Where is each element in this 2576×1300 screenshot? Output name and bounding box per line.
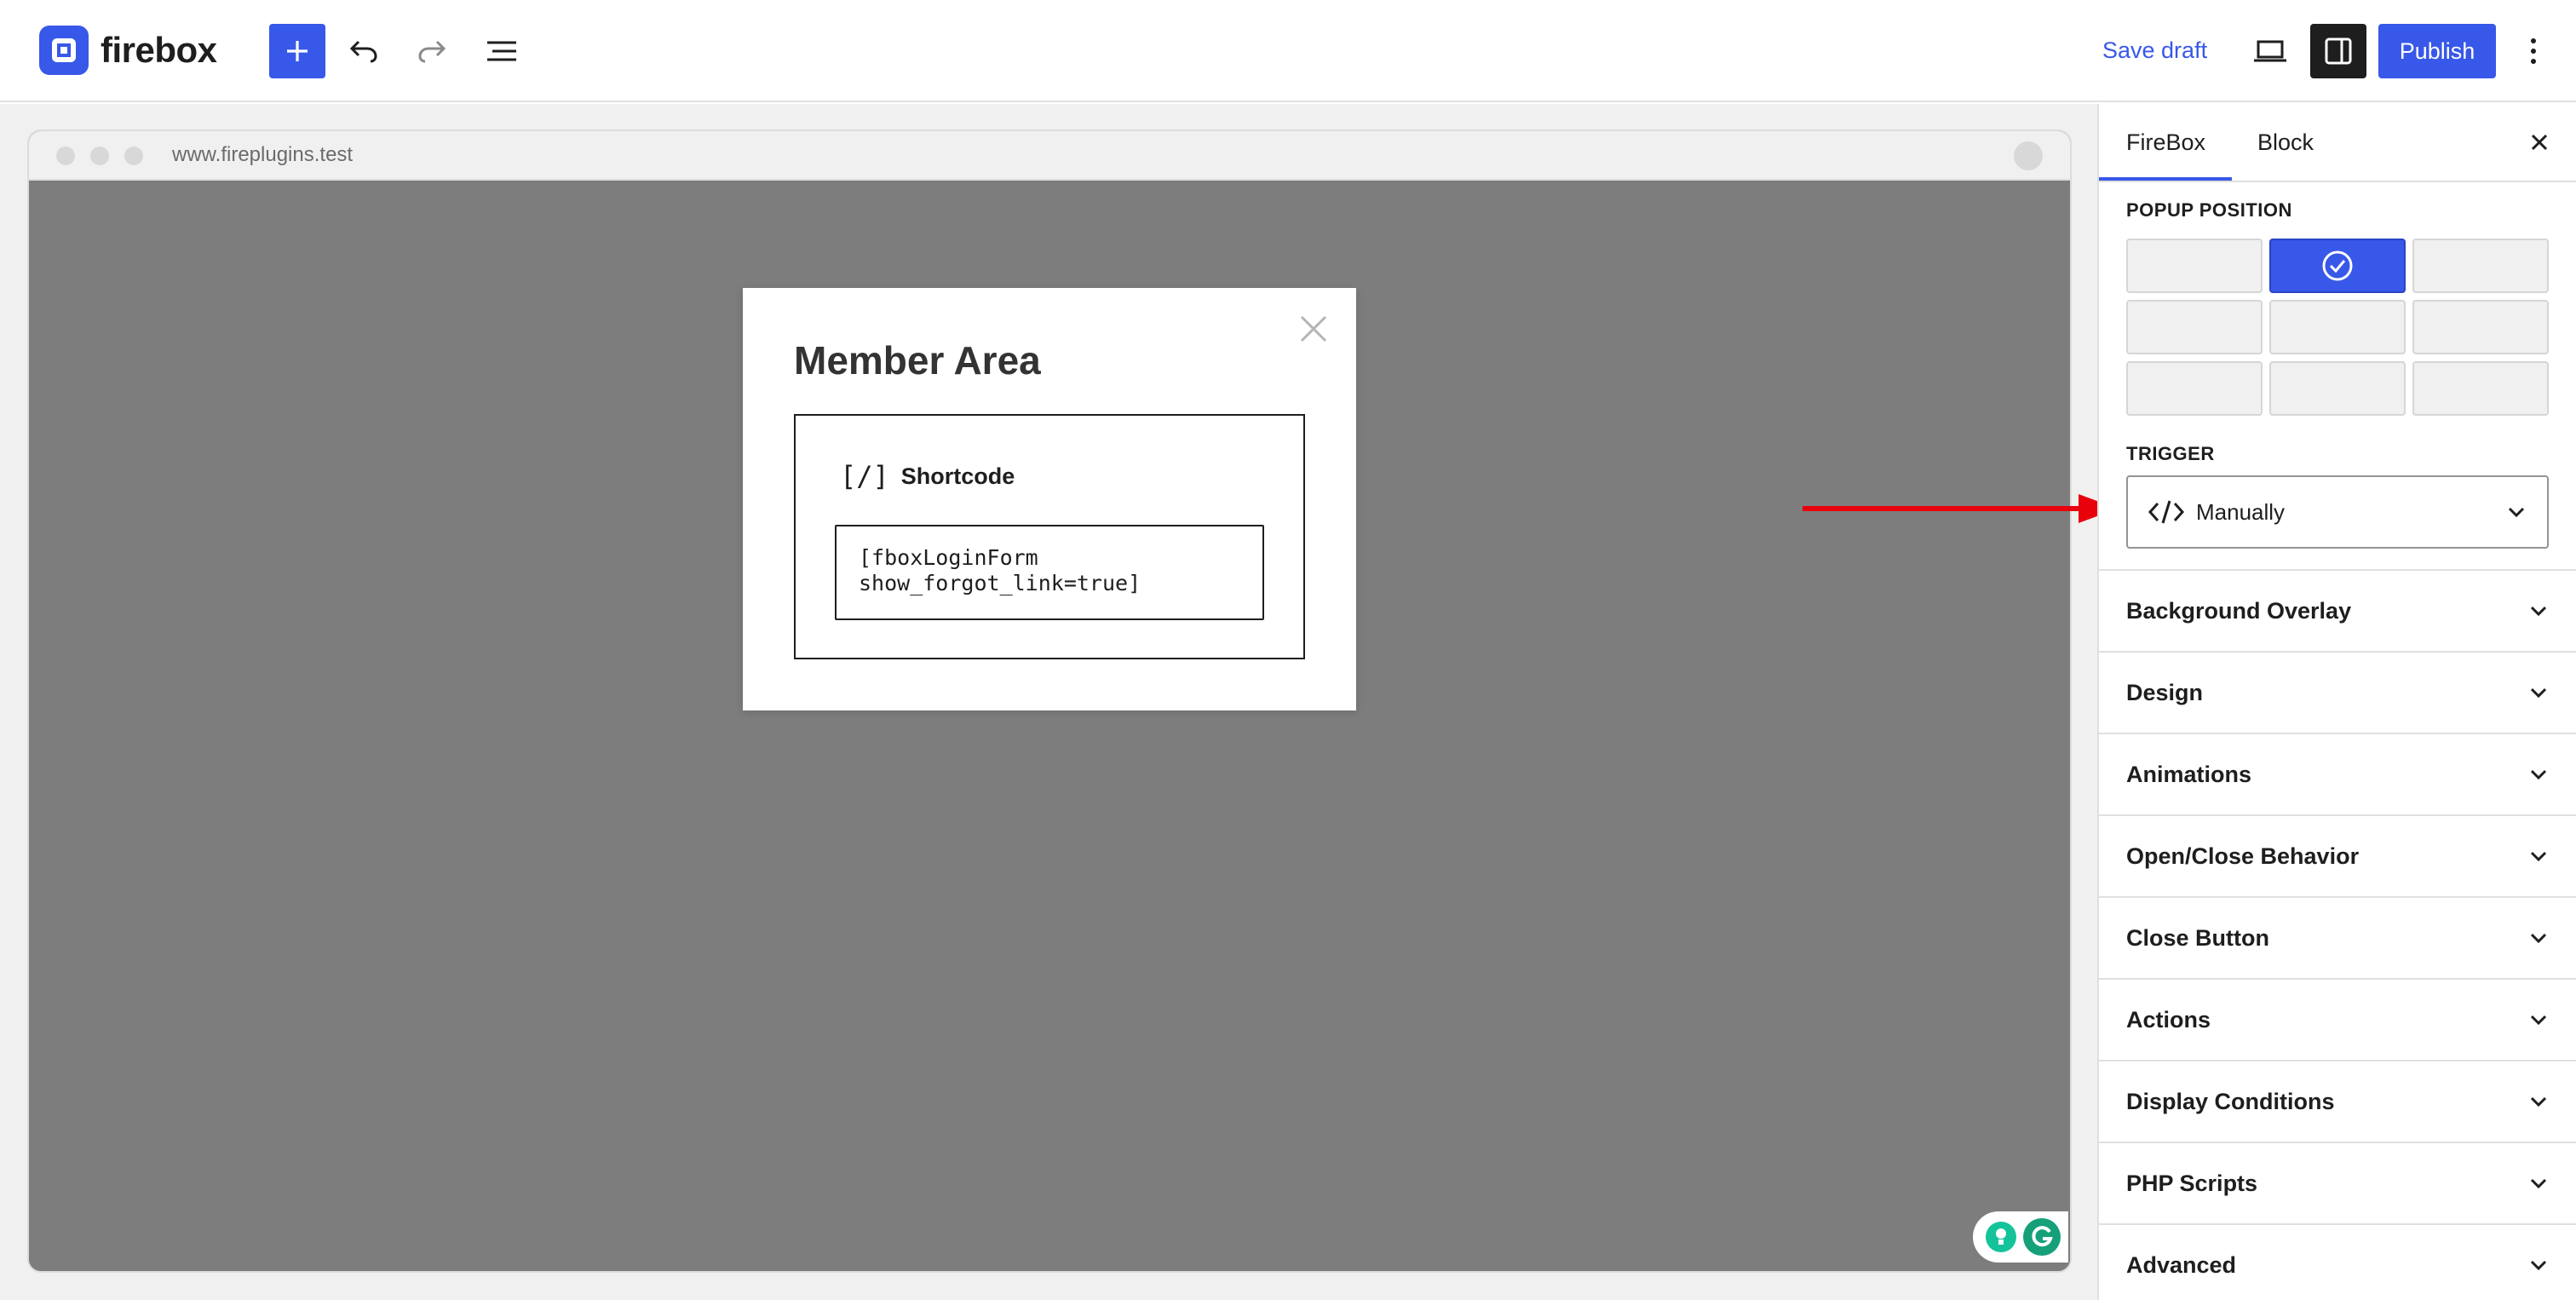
position-bottom-right[interactable] — [2412, 361, 2549, 416]
chevron-down-icon — [2530, 1015, 2547, 1026]
panel-animations[interactable]: Animations — [2099, 734, 2576, 816]
grammarly-logo-icon[interactable] — [2023, 1218, 2061, 1256]
trigger-select[interactable]: Manually — [2126, 475, 2549, 549]
shortcode-block[interactable]: [/] Shortcode [fboxLoginForm show_forgot… — [794, 414, 1305, 659]
list-view-icon — [487, 41, 516, 61]
panel-title: Advanced — [2126, 1251, 2237, 1278]
undo-icon — [349, 40, 377, 63]
chevron-down-icon — [2530, 1260, 2547, 1271]
panel-display-conditions[interactable]: Display Conditions — [2099, 1061, 2576, 1143]
check-circle-icon — [2322, 250, 2353, 281]
shortcode-icon: [/] — [840, 460, 889, 492]
tab-block[interactable]: Block — [2257, 129, 2314, 156]
firebox-logo[interactable]: firebox — [39, 26, 217, 75]
panel-background-overlay[interactable]: Background Overlay — [2099, 571, 2576, 653]
panel-close-button[interactable]: Close Button — [2099, 898, 2576, 980]
panel-actions[interactable]: Actions — [2099, 980, 2576, 1061]
chevron-down-icon — [2530, 851, 2547, 862]
popup-position-label: POPUP POSITION — [2126, 199, 2292, 221]
browser-url: www.fireplugins.test — [172, 143, 354, 166]
position-bottom-left[interactable] — [2126, 361, 2263, 416]
firebox-logo-icon — [39, 26, 89, 75]
shortcode-label: Shortcode — [900, 463, 1015, 489]
annotation-arrow-icon — [1803, 494, 2118, 523]
settings-panels: Background Overlay Design Animations Ope… — [2099, 571, 2576, 1300]
position-middle-right[interactable] — [2412, 300, 2549, 354]
undo-button[interactable] — [336, 24, 392, 78]
sidebar-panel-icon — [2325, 37, 2352, 65]
redo-button[interactable] — [404, 24, 460, 78]
chevron-down-icon — [2530, 687, 2547, 699]
panel-title: Close Button — [2126, 924, 2269, 951]
settings-panel-toggle[interactable] — [2310, 24, 2366, 78]
laptop-icon — [2254, 40, 2286, 62]
popup-position-grid — [2126, 239, 2549, 421]
code-icon — [2148, 500, 2184, 524]
chevron-down-icon — [2508, 507, 2525, 518]
chevron-down-icon — [2530, 606, 2547, 617]
panel-php-scripts[interactable]: PHP Scripts — [2099, 1143, 2576, 1225]
editor-canvas: www.fireplugins.test Member Area [/] Sho… — [0, 104, 2097, 1300]
panel-title: Open/Close Behavior — [2126, 843, 2360, 869]
shortcode-input[interactable]: [fboxLoginForm show_forgot_link=true] — [835, 525, 1264, 620]
preview-button[interactable] — [2242, 24, 2298, 78]
popup-close-icon[interactable] — [1297, 312, 1331, 346]
settings-sidebar: FireBox Block POPUP POSITION TRIGGER Man… — [2097, 104, 2576, 1300]
grammarly-widget[interactable] — [1973, 1211, 2068, 1263]
window-dot-icon — [56, 147, 75, 165]
popup-box[interactable]: Member Area [/] Shortcode [fboxLoginForm… — [743, 288, 1356, 710]
window-dot-icon — [90, 147, 109, 165]
panel-title: Animations — [2126, 761, 2252, 787]
position-middle-center[interactable] — [2269, 300, 2406, 354]
position-top-left[interactable] — [2126, 239, 2263, 293]
popup-title[interactable]: Member Area — [794, 337, 1041, 383]
panel-open-close-behavior[interactable]: Open/Close Behavior — [2099, 816, 2576, 898]
panel-title: Display Conditions — [2126, 1088, 2335, 1114]
sidebar-tabs: FireBox Block — [2099, 104, 2576, 182]
editor-toolbar: firebox Save draft Publish — [0, 0, 2576, 102]
position-top-center[interactable] — [2269, 239, 2406, 293]
popup-backdrop: Member Area [/] Shortcode [fboxLoginForm… — [29, 182, 2070, 1271]
publish-button[interactable]: Publish — [2378, 24, 2496, 78]
trigger-value: Manually — [2196, 498, 2286, 525]
active-tab-indicator — [2099, 177, 2232, 181]
save-draft-button[interactable]: Save draft — [2102, 37, 2207, 64]
browser-preview-frame: www.fireplugins.test Member Area [/] Sho… — [27, 129, 2072, 1273]
chevron-down-icon — [2530, 1178, 2547, 1189]
position-top-right[interactable] — [2412, 239, 2549, 293]
plus-icon — [287, 41, 308, 61]
chevron-down-icon — [2530, 769, 2547, 780]
close-icon — [2531, 134, 2548, 151]
more-vertical-icon — [2531, 38, 2536, 64]
chevron-down-icon — [2530, 1096, 2547, 1107]
logo-text: firebox — [101, 30, 217, 70]
panel-title: Actions — [2126, 1006, 2211, 1033]
panel-title: Background Overlay — [2126, 597, 2352, 624]
list-view-button[interactable] — [474, 24, 530, 78]
trigger-label: TRIGGER — [2126, 443, 2215, 464]
position-middle-left[interactable] — [2126, 300, 2263, 354]
add-block-button[interactable] — [269, 24, 325, 78]
window-dot-icon — [124, 147, 143, 165]
panel-title: PHP Scripts — [2126, 1170, 2258, 1196]
tab-firebox[interactable]: FireBox — [2126, 129, 2205, 156]
browser-address-bar: www.fireplugins.test — [29, 131, 2070, 181]
grammarly-bulb-icon[interactable] — [1985, 1222, 2016, 1252]
shortcode-block-header: [/] Shortcode — [840, 460, 1015, 492]
position-bottom-center[interactable] — [2269, 361, 2406, 416]
chevron-down-icon — [2530, 933, 2547, 944]
browser-circle-icon — [2014, 141, 2043, 170]
panel-title: Design — [2126, 679, 2204, 705]
close-sidebar-button[interactable] — [2527, 129, 2552, 155]
redo-icon — [418, 40, 446, 63]
panel-design[interactable]: Design — [2099, 653, 2576, 734]
more-options-button[interactable] — [2508, 24, 2559, 78]
panel-advanced[interactable]: Advanced — [2099, 1225, 2576, 1300]
